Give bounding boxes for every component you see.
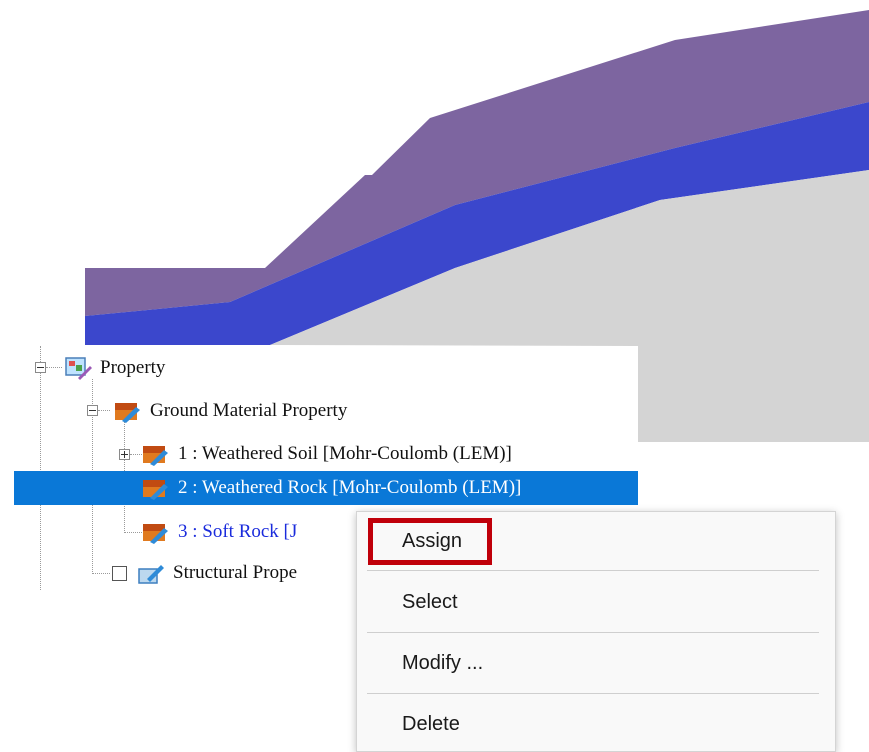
tree-label: Structural Prope (173, 562, 298, 583)
tree-item-structural[interactable]: Structural Prope (112, 556, 297, 590)
menu-label: Select (402, 590, 458, 613)
tree-line (46, 367, 62, 368)
tree-line (124, 532, 142, 533)
context-menu: Assign Select Modify ... Delete (356, 511, 836, 752)
tree-label: Ground Material Property (150, 400, 348, 421)
tree-line (98, 410, 110, 411)
tree-label: 1 : Weathered Soil [Mohr-Coulomb (LEM)] (178, 443, 512, 464)
structural-icon (138, 565, 164, 584)
menu-item-modify[interactable]: Modify ... (357, 635, 835, 691)
tree-label: 2 : Weathered Rock [Mohr-Coulomb (LEM)] (178, 477, 522, 498)
tree-item-ground-material[interactable]: Ground Material Property (114, 394, 347, 428)
assign-highlight-box (368, 518, 492, 565)
tree-line (40, 346, 41, 590)
menu-item-delete[interactable]: Delete (357, 696, 835, 752)
menu-label: Delete (402, 712, 460, 735)
material-icon (115, 403, 140, 423)
structural-checkbox[interactable] (112, 565, 127, 581)
menu-label: Modify ... (402, 651, 484, 674)
property-icon (65, 357, 92, 380)
tree-line (92, 573, 110, 574)
tree-item-soft-rock[interactable]: 3 : Soft Rock [J (142, 515, 297, 549)
material-icon (143, 446, 168, 466)
menu-separator (367, 632, 819, 633)
tree-label: 3 : Soft Rock [J (178, 521, 298, 542)
material-icon (143, 524, 168, 544)
menu-item-select[interactable]: Select (357, 574, 835, 630)
tree-line (130, 454, 142, 455)
menu-separator (367, 570, 819, 571)
tree-item-property[interactable]: Property (64, 351, 165, 385)
tree-item-weathered-rock[interactable]: 2 : Weathered Rock [Mohr-Coulomb (LEM)] (14, 471, 638, 505)
expand-toggle-weathered-soil[interactable] (119, 449, 130, 460)
menu-separator (367, 693, 819, 694)
tree-row-content: 2 : Weathered Rock [Mohr-Coulomb (LEM)] (142, 471, 521, 505)
tree-label: Property (100, 357, 166, 378)
material-icon (143, 480, 168, 500)
collapse-toggle-ground-material[interactable] (87, 405, 98, 416)
collapse-toggle-property[interactable] (35, 362, 46, 373)
tree-item-weathered-soil[interactable]: 1 : Weathered Soil [Mohr-Coulomb (LEM)] (142, 437, 512, 471)
